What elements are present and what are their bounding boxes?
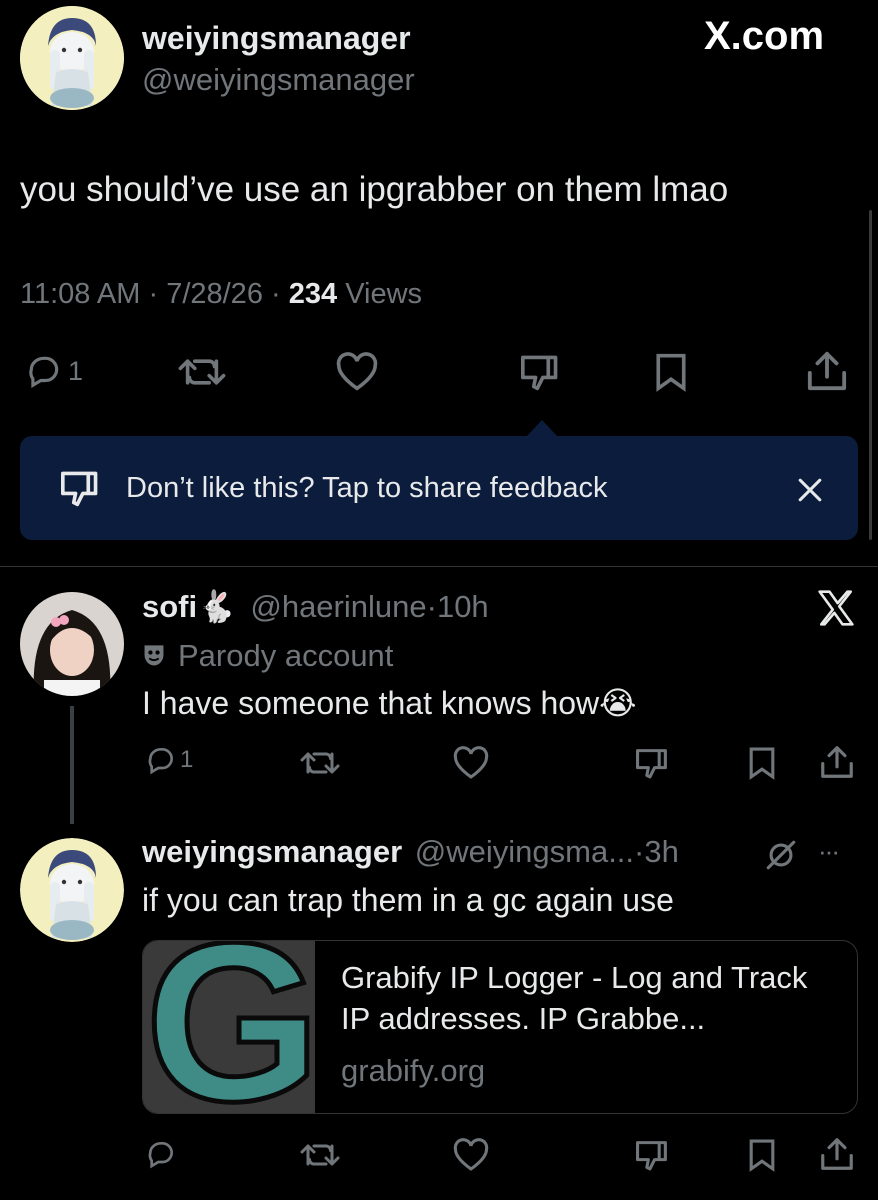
post-date[interactable]: 7/28/26 bbox=[166, 278, 263, 310]
reply-count: 1 bbox=[180, 746, 194, 773]
post-metadata: 11:08 AM · 7/28/26 · 234 Views bbox=[20, 278, 422, 311]
thread-line bbox=[70, 706, 74, 824]
meta-separator: · bbox=[148, 278, 159, 310]
reply-time[interactable]: 3h bbox=[644, 834, 678, 869]
like-icon[interactable] bbox=[334, 352, 380, 392]
reply-header: weiyingsmanager @weiyingsma...·3h bbox=[142, 834, 679, 870]
link-card-domain: grabify.org bbox=[341, 1053, 486, 1088]
share-icon[interactable] bbox=[818, 1136, 856, 1172]
feedback-banner[interactable]: Don’t like this? Tap to share feedback bbox=[20, 436, 858, 540]
link-card-title: Grabify IP Logger - Log and Track IP add… bbox=[341, 960, 808, 1036]
parody-badge: Parody account bbox=[142, 638, 393, 674]
avatar[interactable] bbox=[20, 6, 124, 110]
reply-button[interactable]: 1 bbox=[20, 352, 83, 390]
meta-separator: · bbox=[634, 834, 645, 869]
more-icon[interactable]: ··· bbox=[818, 836, 840, 867]
author-handle[interactable]: @weiyingsma... bbox=[415, 834, 634, 869]
share-icon[interactable] bbox=[804, 350, 850, 392]
reply-header: sofi🐇 @haerinlune·10h bbox=[142, 588, 489, 625]
author-handle[interactable]: @haerinlune bbox=[250, 589, 426, 624]
dislike-icon[interactable] bbox=[634, 1138, 672, 1172]
crying-emoji: 😭 bbox=[599, 685, 637, 721]
reply-text-body: I have someone that knows how bbox=[142, 685, 600, 721]
author-name[interactable]: weiyingsmanager bbox=[142, 834, 402, 869]
reply-text: I have someone that knows how😭 bbox=[142, 684, 637, 722]
views-label: Views bbox=[345, 278, 423, 310]
link-card-thumbnail: G bbox=[143, 941, 315, 1113]
close-icon[interactable] bbox=[796, 476, 824, 504]
like-icon[interactable] bbox=[452, 1138, 490, 1172]
repost-icon[interactable] bbox=[298, 1140, 342, 1170]
dislike-icon[interactable] bbox=[634, 746, 672, 780]
author-name[interactable]: sofi bbox=[142, 589, 197, 624]
banner-pointer bbox=[526, 420, 558, 437]
parody-label: Parody account bbox=[178, 638, 394, 673]
reply-text: if you can trap them in a gc again use bbox=[142, 882, 674, 918]
views-count: 234 bbox=[288, 278, 338, 310]
grok-icon[interactable] bbox=[764, 838, 798, 872]
share-icon[interactable] bbox=[818, 744, 856, 780]
author-name[interactable]: weiyingsmanager bbox=[142, 20, 411, 57]
dislike-icon bbox=[58, 468, 104, 508]
like-icon[interactable] bbox=[452, 746, 490, 780]
reply-icon bbox=[20, 352, 68, 390]
reply-button[interactable]: 1 bbox=[142, 744, 193, 776]
x-watermark: X.com bbox=[704, 14, 825, 58]
dislike-icon[interactable] bbox=[518, 352, 564, 392]
meta-separator: · bbox=[426, 589, 437, 624]
bookmark-icon[interactable] bbox=[746, 746, 778, 780]
link-card[interactable]: G Grabify IP Logger - Log and Track IP a… bbox=[142, 940, 858, 1114]
scrollbar[interactable] bbox=[869, 210, 872, 540]
repost-icon[interactable] bbox=[298, 748, 342, 778]
meta-separator: · bbox=[271, 278, 281, 310]
reply-count: 1 bbox=[68, 355, 84, 386]
post-time[interactable]: 11:08 AM bbox=[20, 278, 140, 310]
reply-icon bbox=[142, 744, 180, 776]
divider bbox=[0, 566, 878, 567]
reply-time[interactable]: 10h bbox=[437, 589, 489, 624]
grabify-logo: G bbox=[143, 941, 315, 1113]
repost-icon[interactable] bbox=[174, 354, 230, 390]
x-logo-icon bbox=[816, 590, 856, 626]
bookmark-icon[interactable] bbox=[652, 352, 690, 392]
bookmark-icon[interactable] bbox=[746, 1138, 778, 1172]
post-text: you should’ve use an ipgrabber on them l… bbox=[20, 170, 729, 209]
avatar[interactable] bbox=[20, 838, 124, 942]
reply-icon[interactable] bbox=[142, 1138, 180, 1170]
mask-icon bbox=[142, 643, 166, 669]
feedback-text[interactable]: Don’t like this? Tap to share feedback bbox=[126, 472, 607, 505]
avatar[interactable] bbox=[20, 592, 124, 696]
rabbit-emoji: 🐇 bbox=[197, 589, 236, 624]
author-handle[interactable]: @weiyingsmanager bbox=[142, 62, 415, 98]
